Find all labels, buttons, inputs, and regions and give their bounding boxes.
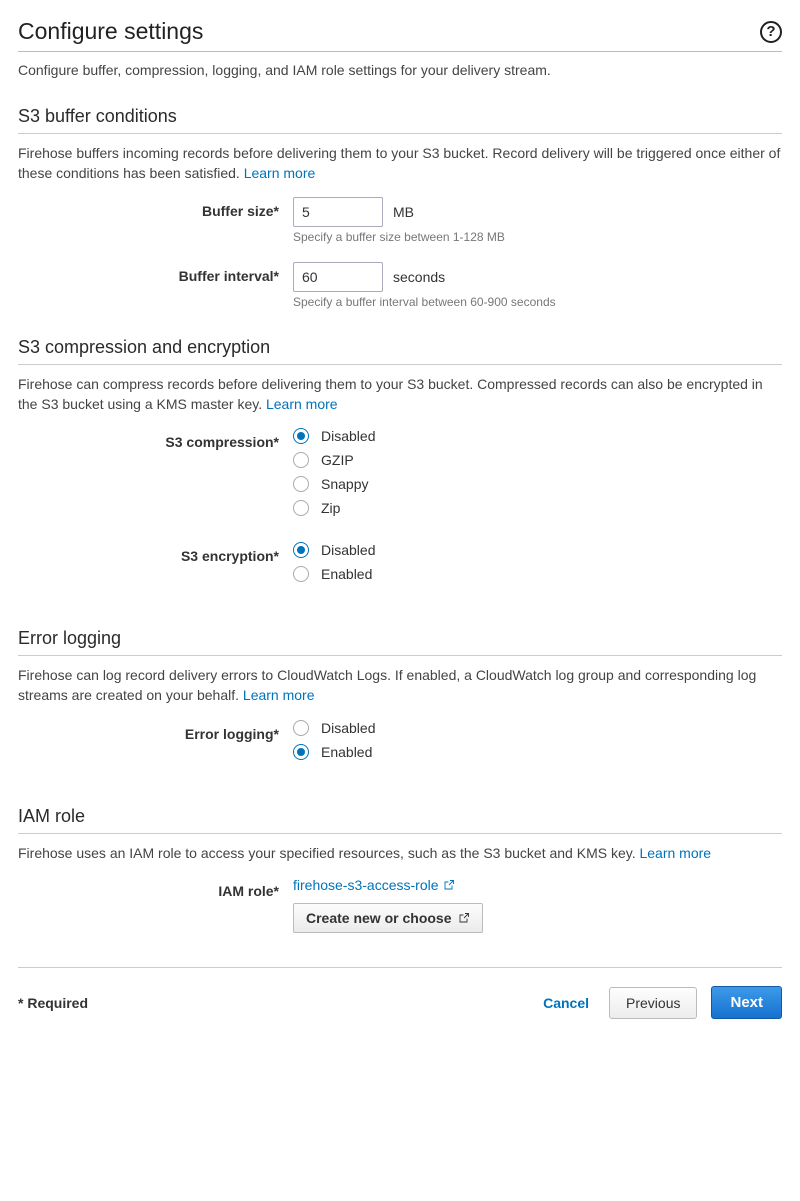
previous-button[interactable]: Previous — [609, 987, 697, 1019]
buffer-learn-more-link[interactable]: Learn more — [244, 165, 316, 181]
radio-icon — [293, 476, 309, 492]
compression-option[interactable]: Snappy — [293, 476, 782, 492]
compression-option[interactable]: Zip — [293, 500, 782, 516]
encryption-option[interactable]: Disabled — [293, 542, 782, 558]
radio-icon — [293, 542, 309, 558]
section-divider — [18, 655, 782, 656]
logging-desc-text: Firehose can log record delivery errors … — [18, 667, 756, 703]
next-button[interactable]: Next — [711, 986, 782, 1019]
radio-icon — [293, 452, 309, 468]
logging-option[interactable]: Disabled — [293, 720, 782, 736]
external-link-icon — [443, 879, 455, 891]
buffer-size-hint: Specify a buffer size between 1-128 MB — [293, 230, 782, 244]
radio-label: Enabled — [321, 744, 372, 760]
iam-role-link[interactable]: firehose-s3-access-role — [293, 877, 455, 893]
iam-heading: IAM role — [18, 806, 782, 827]
compenc-desc-text: Firehose can compress records before del… — [18, 376, 763, 412]
buffer-interval-hint: Specify a buffer interval between 60-900… — [293, 295, 782, 309]
external-link-icon — [458, 912, 470, 924]
buffer-interval-unit: seconds — [393, 269, 445, 285]
compenc-learn-more-link[interactable]: Learn more — [266, 396, 338, 412]
buffer-interval-input[interactable] — [293, 262, 383, 292]
radio-label: Disabled — [321, 428, 375, 444]
encryption-option[interactable]: Enabled — [293, 566, 782, 582]
compression-option[interactable]: Disabled — [293, 428, 782, 444]
logging-learn-more-link[interactable]: Learn more — [243, 687, 315, 703]
buffer-desc-text: Firehose buffers incoming records before… — [18, 145, 780, 181]
page-subtitle: Configure buffer, compression, logging, … — [18, 62, 782, 78]
header-divider — [18, 51, 782, 52]
compression-radio-group: Disabled GZIP Snappy Zip — [293, 428, 782, 516]
logging-heading: Error logging — [18, 628, 782, 649]
buffer-size-input[interactable] — [293, 197, 383, 227]
radio-icon — [293, 500, 309, 516]
buffer-interval-label: Buffer interval* — [18, 262, 293, 284]
create-choose-button[interactable]: Create new or choose — [293, 903, 483, 933]
compenc-heading: S3 compression and encryption — [18, 337, 782, 358]
compression-label: S3 compression* — [18, 428, 293, 450]
buffer-size-label: Buffer size* — [18, 197, 293, 219]
section-divider — [18, 364, 782, 365]
section-divider — [18, 833, 782, 834]
buffer-size-unit: MB — [393, 204, 414, 220]
compenc-desc: Firehose can compress records before del… — [18, 375, 782, 414]
logging-option[interactable]: Enabled — [293, 744, 782, 760]
radio-label: GZIP — [321, 452, 354, 468]
encryption-radio-group: Disabled Enabled — [293, 542, 782, 582]
iam-desc-text: Firehose uses an IAM role to access your… — [18, 845, 639, 861]
radio-icon — [293, 720, 309, 736]
iam-role-label: IAM role* — [18, 877, 293, 899]
iam-desc: Firehose uses an IAM role to access your… — [18, 844, 782, 864]
logging-label: Error logging* — [18, 720, 293, 742]
help-icon[interactable]: ? — [760, 21, 782, 43]
radio-icon — [293, 428, 309, 444]
iam-role-name: firehose-s3-access-role — [293, 877, 439, 893]
radio-icon — [293, 566, 309, 582]
encryption-label: S3 encryption* — [18, 542, 293, 564]
radio-label: Disabled — [321, 542, 375, 558]
page-title-text: Configure settings — [18, 18, 203, 45]
footer-divider — [18, 967, 782, 968]
required-note: * Required — [18, 995, 88, 1011]
radio-label: Snappy — [321, 476, 368, 492]
buffer-desc: Firehose buffers incoming records before… — [18, 144, 782, 183]
cancel-button[interactable]: Cancel — [537, 994, 595, 1012]
radio-icon — [293, 744, 309, 760]
logging-desc: Firehose can log record delivery errors … — [18, 666, 782, 705]
footer: * Required Cancel Previous Next — [18, 986, 782, 1019]
compression-option[interactable]: GZIP — [293, 452, 782, 468]
radio-label: Disabled — [321, 720, 375, 736]
radio-label: Zip — [321, 500, 340, 516]
page-title: Configure settings ? — [18, 18, 782, 45]
logging-radio-group: Disabled Enabled — [293, 720, 782, 760]
buffer-heading: S3 buffer conditions — [18, 106, 782, 127]
radio-label: Enabled — [321, 566, 372, 582]
iam-learn-more-link[interactable]: Learn more — [639, 845, 711, 861]
create-choose-button-label: Create new or choose — [306, 910, 452, 926]
section-divider — [18, 133, 782, 134]
